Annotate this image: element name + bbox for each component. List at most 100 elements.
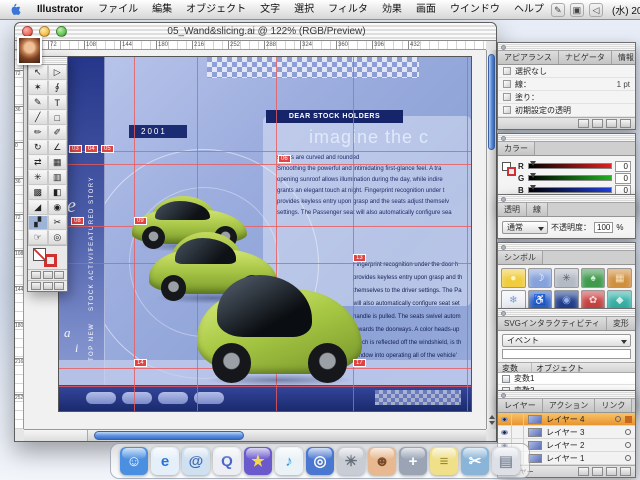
selection-tool[interactable]: ↖ [28, 65, 48, 80]
slice-number-label[interactable]: 05 [101, 145, 114, 153]
gradient-tool[interactable]: ◧ [47, 185, 67, 200]
menu-item[interactable]: ウインドウ [443, 0, 507, 20]
displays-icon[interactable]: ▣ [569, 2, 584, 17]
appearance-row[interactable]: 選択なし [498, 65, 635, 78]
palette-tab[interactable]: アクション [542, 399, 596, 412]
window-titlebar[interactable]: 05_Wand&slicing.ai @ 122% (RGB/Preview) [15, 23, 496, 41]
palette-titlebar[interactable] [498, 391, 635, 399]
itunes[interactable]: ♪ [275, 447, 303, 475]
palette-close-button[interactable] [501, 196, 506, 202]
make-clipping-mask-button[interactable] [578, 467, 589, 476]
rectangle-tool[interactable]: □ [47, 110, 67, 125]
new-sublayer-button[interactable] [592, 467, 603, 476]
volume-icon[interactable]: ◁ [588, 2, 603, 17]
nav-pill-button[interactable] [194, 392, 224, 404]
menu-item[interactable]: 編集 [145, 0, 179, 20]
paintbrush-tool[interactable]: ✏ [28, 125, 48, 140]
gradient-button[interactable] [42, 271, 53, 279]
palette-tab[interactable]: SVGインタラクティビティ [498, 317, 607, 330]
photos[interactable]: ☻ [368, 447, 396, 475]
sherlock[interactable]: ◎ [306, 447, 334, 475]
slice-guide-line[interactable] [59, 226, 471, 227]
menu-item[interactable]: 選択 [287, 0, 321, 20]
menu-item[interactable]: ヘルプ [507, 0, 551, 20]
type-tool[interactable]: T [47, 95, 67, 110]
symbol-accessibility[interactable]: ♿ [527, 290, 553, 310]
scroll-up-icon[interactable] [488, 415, 495, 419]
car-artwork-large[interactable] [197, 271, 362, 386]
palette-titlebar[interactable] [498, 134, 635, 142]
layer-target-icon[interactable] [625, 429, 631, 435]
nav-pill-button[interactable] [158, 392, 188, 404]
clear-appearance-button[interactable] [592, 119, 603, 128]
slice-guide-line[interactable] [467, 57, 468, 411]
lock-toggle-cell[interactable] [512, 413, 524, 425]
line-tool[interactable]: ╱ [28, 110, 48, 125]
artwork-design[interactable]: FEATURED STORY STOCK ACTIVIT TOP NEW e ai 2… [58, 56, 472, 412]
free-transform-tool[interactable]: ▦ [47, 155, 67, 170]
palette-tab[interactable]: シンボル [498, 251, 543, 264]
slice-number-label[interactable]: 14 [134, 359, 147, 367]
calculator[interactable]: + [399, 447, 427, 475]
layer-row[interactable]: レイヤー 3 [498, 426, 635, 439]
finder[interactable]: ☺ [120, 447, 148, 475]
javascript-field[interactable] [502, 349, 631, 359]
color-button[interactable] [31, 271, 41, 279]
internet-explorer[interactable]: e [151, 447, 179, 475]
palette-close-button[interactable] [501, 392, 506, 398]
artboard-canvas[interactable]: FEATURED STORY STOCK ACTIVIT TOP NEW e ai 2… [24, 50, 486, 429]
horizontal-ruler[interactable]: 72 108 144 180 216 252 288 324 360 396 432 [24, 41, 486, 50]
slider-knob-icon[interactable] [530, 185, 536, 190]
menu-item[interactable]: 効果 [375, 0, 409, 20]
layer-name[interactable]: レイヤー 1 [546, 453, 625, 464]
trash[interactable]: ▤ [492, 447, 520, 475]
scale-tool[interactable]: ∠ [47, 140, 67, 155]
slider-knob-icon[interactable] [530, 161, 536, 166]
symbol-sprayer-tool[interactable]: ✳ [28, 170, 48, 185]
appearance-row[interactable]: 初期設定の透明 [498, 104, 635, 117]
full-screen-button[interactable] [54, 282, 64, 290]
symbol-lightbulb[interactable]: ● [501, 268, 526, 288]
channel-slider[interactable] [528, 185, 612, 193]
palette-tab[interactable]: 情報 [611, 51, 635, 64]
slice-number-label[interactable]: 03 [69, 145, 82, 153]
channel-slider[interactable] [528, 161, 612, 169]
menu-app-name[interactable]: Illustrator [29, 0, 91, 20]
palette-titlebar[interactable] [498, 43, 635, 51]
appearance-row[interactable]: 線： 1 pt [498, 78, 635, 91]
symbol-gear[interactable]: ✳ [554, 268, 579, 288]
duplicate-item-button[interactable] [606, 119, 617, 128]
stickies[interactable]: ≡ [430, 447, 458, 475]
symbol-moon[interactable]: ☽ [527, 268, 553, 288]
slice-number-label[interactable]: 08 [71, 217, 84, 225]
layer-name[interactable]: レイヤー 2 [546, 440, 625, 451]
menu-item[interactable]: フィルタ [321, 0, 375, 20]
slice-number-label[interactable]: 09 [134, 217, 147, 225]
nav-pill-button[interactable] [86, 392, 116, 404]
watermark-text[interactable]: imagine the c [309, 127, 429, 148]
pen-icon[interactable]: ✎ [550, 2, 565, 17]
nav-pill-button[interactable] [122, 392, 152, 404]
lasso-tool[interactable]: ∮ [47, 80, 67, 95]
slice-number-label[interactable]: 17 [353, 359, 366, 367]
mail[interactable]: @ [182, 447, 210, 475]
palette-close-button[interactable] [501, 244, 506, 250]
slice-number-label[interactable]: 13 [353, 254, 366, 262]
apple-menu-icon[interactable] [9, 3, 22, 17]
stroke-mini-swatch[interactable] [507, 167, 516, 176]
horizontal-scrollbar[interactable] [24, 429, 486, 441]
body-paragraph-1[interactable]: s lines are curved and rounded Smoothing … [277, 153, 469, 219]
horizontal-scroll-thumb[interactable] [94, 431, 244, 440]
new-layer-button[interactable] [606, 467, 617, 476]
pen-tool[interactable]: ✎ [28, 95, 48, 110]
menu-item[interactable]: 文字 [253, 0, 287, 20]
symbol-wave[interactable]: ◆ [607, 290, 632, 310]
palette-titlebar[interactable] [498, 195, 635, 203]
slice-guide-line[interactable] [59, 386, 471, 387]
scroll-arrows[interactable] [488, 413, 495, 427]
blend-mode-dropdown[interactable]: 通常 [502, 221, 548, 234]
delete-layer-button[interactable] [620, 467, 631, 476]
vertical-scroll-thumb[interactable] [488, 54, 495, 150]
body-paragraph-2[interactable]: Fingerprint recognition under the door h… [353, 259, 469, 363]
new-art-maintains-appearance-button[interactable] [578, 119, 589, 128]
